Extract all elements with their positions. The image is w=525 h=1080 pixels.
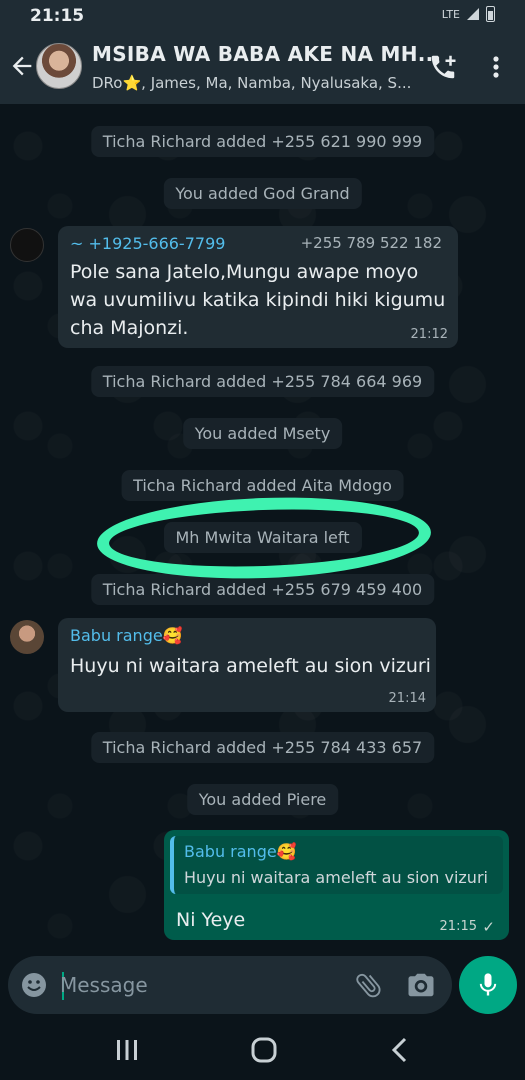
message-input[interactable] xyxy=(60,966,330,1004)
system-message: Ticha Richard added +255 621 990 999 xyxy=(90,126,435,157)
battery-icon xyxy=(486,6,495,22)
network-label: LTE xyxy=(441,7,460,21)
incoming-message[interactable]: Babu range🥰 Huyu ni waitara ameleft au s… xyxy=(58,618,436,712)
message-sender[interactable]: ~ +1925-666-7799 xyxy=(70,234,225,253)
signal-area: LTE xyxy=(442,6,495,22)
system-message: Ticha Richard added +255 784 664 969 xyxy=(90,366,435,397)
recent-apps-icon[interactable] xyxy=(114,1038,140,1062)
system-message: Ticha Richard added +255 784 433 657 xyxy=(90,732,435,763)
message-sender[interactable]: Babu range🥰 xyxy=(70,626,183,645)
sender-avatar[interactable] xyxy=(10,228,44,262)
quoted-message[interactable]: Babu range🥰 Huyu ni waitara ameleft au s… xyxy=(170,836,503,894)
quoted-text: Huyu ni waitara ameleft au sion vizuri xyxy=(184,868,488,887)
sent-check-icon: ✓ xyxy=(482,918,495,936)
more-options-icon[interactable] xyxy=(486,52,506,82)
message-input-container[interactable] xyxy=(8,956,452,1014)
outgoing-message[interactable]: Babu range🥰 Huyu ni waitara ameleft au s… xyxy=(164,830,509,940)
microphone-icon xyxy=(479,973,497,996)
status-bar: 21:15 LTE xyxy=(0,0,525,30)
status-time: 21:15 xyxy=(30,6,85,26)
emoji-icon[interactable] xyxy=(20,971,48,999)
group-participants[interactable]: DRo⭐, James, Ma, Namba, Nyalusaka, S... xyxy=(92,74,411,92)
message-text: Ni Yeye xyxy=(176,909,246,931)
system-message: You added God Grand xyxy=(163,178,362,209)
system-message: You added Piere xyxy=(186,784,339,815)
system-navigation-bar xyxy=(0,1020,525,1080)
incoming-message[interactable]: ~ +1925-666-7799 +255 789 522 182 Pole s… xyxy=(58,226,458,348)
back-arrow-icon[interactable] xyxy=(8,52,36,80)
compose-bar xyxy=(0,950,525,1020)
chat-header[interactable]: MSIBA WA BABA AKE NA MH... DRo⭐, James, … xyxy=(0,30,525,104)
system-message: Ticha Richard added Aita Mdogo xyxy=(121,470,404,501)
sender-phone: +255 789 522 182 xyxy=(300,234,442,252)
camera-icon[interactable] xyxy=(406,970,436,1000)
system-message: Ticha Richard added +255 679 459 400 xyxy=(90,574,435,605)
message-time: 21:15 xyxy=(439,919,477,934)
group-avatar[interactable] xyxy=(36,43,82,89)
message-time: 21:12 xyxy=(410,327,448,342)
home-icon[interactable] xyxy=(250,1036,278,1064)
sender-avatar[interactable] xyxy=(10,620,44,654)
voice-record-button[interactable] xyxy=(459,956,517,1014)
attach-icon[interactable] xyxy=(354,970,384,1000)
message-text: Pole sana Jatelo,Mungu awape moyo wa uvu… xyxy=(70,261,446,339)
quoted-sender: Babu range🥰 xyxy=(184,842,297,861)
highlight-annotation xyxy=(95,492,433,584)
message-time: 21:14 xyxy=(388,691,426,706)
system-message: You added Msety xyxy=(182,418,343,449)
add-call-icon[interactable] xyxy=(428,52,458,82)
chat-area[interactable]: Ticha Richard added +255 621 990 999 You… xyxy=(0,104,525,1020)
group-title[interactable]: MSIBA WA BABA AKE NA MH... xyxy=(92,42,441,66)
message-text: Huyu ni waitara ameleft au sion vizuri xyxy=(70,655,431,677)
nav-back-icon[interactable] xyxy=(388,1036,412,1064)
signal-icon xyxy=(467,8,479,20)
